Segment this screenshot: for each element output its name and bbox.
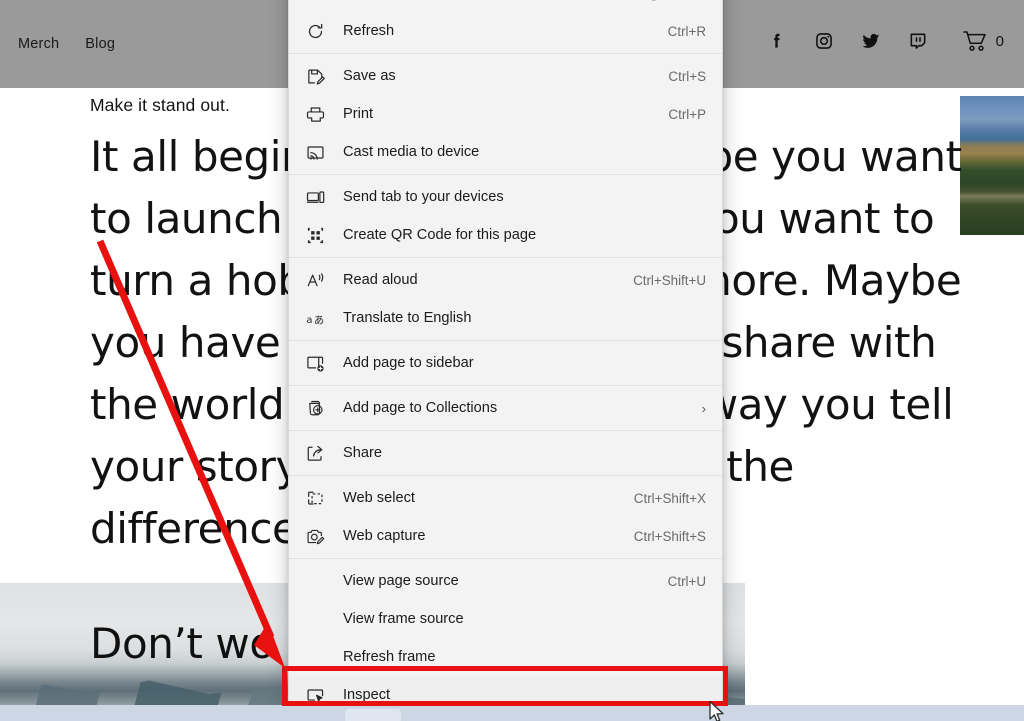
qr-code-icon: [305, 225, 325, 245]
web-capture-icon: [305, 526, 325, 546]
menu-item-save-as[interactable]: Save as Ctrl+S: [289, 57, 722, 95]
twitch-icon[interactable]: [908, 31, 928, 51]
menu-item-accel: Ctrl+Shift+U: [633, 272, 706, 288]
menu-item-label: Send tab to your devices: [343, 189, 504, 205]
read-aloud-icon: [305, 270, 325, 290]
mouse-cursor: [709, 700, 724, 721]
twitter-icon[interactable]: [861, 31, 881, 51]
print-icon: [305, 104, 325, 124]
taskbar-item[interactable]: [345, 709, 401, 721]
menu-item-label: Add page to sidebar: [343, 355, 474, 371]
menu-item-label: Inspect: [343, 687, 391, 703]
menu-item-label: Web select: [343, 490, 415, 506]
forward-arrow-icon: [305, 0, 325, 3]
menu-item-accel: Ctrl+R: [667, 23, 706, 39]
menu-item-label: View page source: [343, 573, 459, 589]
menu-item-translate[interactable]: a あ Translate to English: [289, 299, 722, 337]
menu-item-view-frame-source[interactable]: View frame source: [289, 600, 722, 638]
svg-text:あ: あ: [313, 314, 323, 326]
refresh-icon: [305, 21, 325, 41]
menu-item-web-select[interactable]: Web select Ctrl+Shift+X: [289, 479, 722, 517]
menu-separator: [289, 53, 722, 54]
nav-link-blog[interactable]: Blog: [85, 36, 115, 52]
cast-icon: [305, 142, 325, 162]
menu-item-view-page-source[interactable]: View page source Ctrl+U: [289, 562, 722, 600]
web-select-icon: [305, 488, 325, 508]
menu-item-create-qr[interactable]: Create QR Code for this page: [289, 216, 722, 254]
menu-item-print[interactable]: Print Ctrl+P: [289, 95, 722, 133]
screenshot-root: Make it stand out. It all begins with an…: [0, 0, 1024, 721]
menu-item-accel: Ctrl+Shift+X: [633, 490, 706, 506]
save-icon: [305, 66, 325, 86]
menu-separator: [289, 174, 722, 175]
cart-count: 0: [995, 32, 1004, 50]
menu-item-web-capture[interactable]: Web capture Ctrl+Shift+S: [289, 517, 722, 555]
menu-separator: [289, 257, 722, 258]
menu-item-label: Translate to English: [343, 310, 472, 326]
menu-item-label: Add page to Collections: [343, 400, 498, 416]
menu-item-refresh[interactable]: Refresh Ctrl+R: [289, 12, 722, 50]
nav-link-merch[interactable]: Merch: [18, 36, 59, 52]
menu-item-label: Save as: [343, 68, 396, 84]
menu-separator: [289, 385, 722, 386]
share-icon: [305, 443, 325, 463]
menu-item-label: Read aloud: [343, 272, 418, 288]
collections-icon: [305, 398, 325, 418]
cart-button[interactable]: 0: [962, 30, 1004, 52]
menu-item-accel: Ctrl+P: [668, 106, 706, 122]
svg-text:a: a: [306, 314, 312, 325]
menu-item-label: Web capture: [343, 528, 426, 544]
menu-item-label: Refresh: [343, 23, 395, 39]
menu-separator: [289, 475, 722, 476]
menu-item-add-to-sidebar[interactable]: Add page to sidebar: [289, 344, 722, 382]
send-tab-icon: [305, 187, 325, 207]
menu-item-accel: Ctrl+Shift+S: [633, 528, 706, 544]
menu-item-label: Forward: [343, 0, 600, 1]
instagram-icon[interactable]: [814, 31, 834, 51]
menu-item-label: Refresh frame: [343, 649, 436, 665]
menu-item-add-to-collections[interactable]: Add page to Collections ›: [289, 389, 722, 427]
menu-item-label: Cast media to device: [343, 144, 480, 160]
translate-icon: a あ: [305, 308, 325, 328]
chevron-right-icon: ›: [701, 400, 706, 416]
taskbar[interactable]: [0, 705, 1024, 721]
cart-icon: [962, 31, 986, 51]
menu-item-read-aloud[interactable]: Read aloud Ctrl+Shift+U: [289, 261, 722, 299]
inspect-icon: [305, 685, 325, 705]
menu-separator: [289, 558, 722, 559]
menu-item-label: Print: [343, 106, 374, 122]
site-social-bar: 0: [767, 30, 1004, 52]
menu-item-accel: Ctrl+U: [667, 573, 706, 589]
add-to-sidebar-icon: [305, 353, 325, 373]
menu-item-label: Share: [343, 445, 382, 461]
menu-item-accel: Alt+Right arrow: [614, 0, 706, 1]
menu-separator: [289, 430, 722, 431]
facebook-icon[interactable]: [767, 31, 787, 51]
menu-item-forward[interactable]: Forward Alt+Right arrow: [289, 0, 722, 12]
menu-item-send-tab[interactable]: Send tab to your devices: [289, 178, 722, 216]
site-nav: Merch Blog: [18, 36, 115, 52]
menu-item-refresh-frame[interactable]: Refresh frame: [289, 638, 722, 676]
menu-item-share[interactable]: Share: [289, 434, 722, 472]
menu-item-label: Create QR Code for this page: [343, 227, 537, 243]
menu-item-accel: Ctrl+S: [668, 68, 706, 84]
browser-context-menu[interactable]: Forward Alt+Right arrow Refresh Ctrl+R S: [288, 0, 723, 717]
menu-separator: [289, 340, 722, 341]
menu-item-label: View frame source: [343, 611, 464, 627]
menu-item-cast-media[interactable]: Cast media to device: [289, 133, 722, 171]
